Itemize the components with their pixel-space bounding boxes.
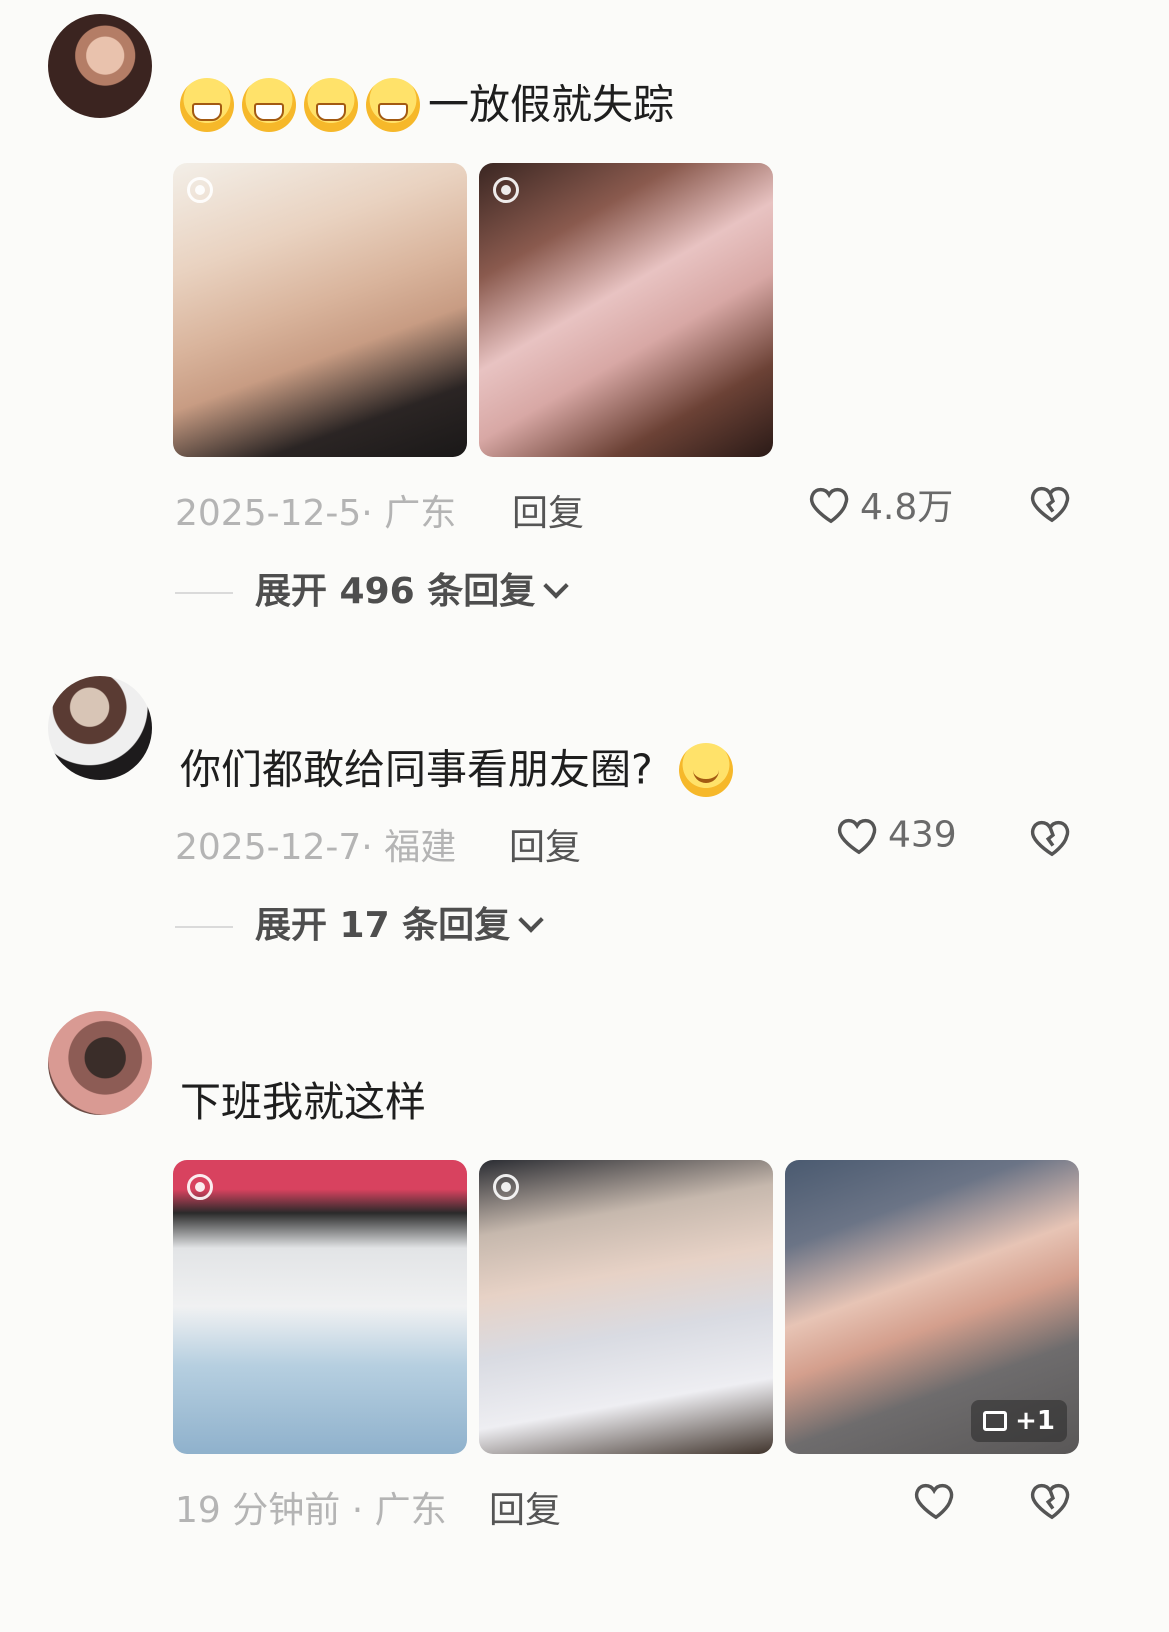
divider [175, 592, 233, 594]
expand-replies-label: 展开 496 条回复 [255, 571, 536, 612]
broken-heart-icon[interactable] [1029, 814, 1075, 860]
smile-emoji-icon [678, 743, 733, 797]
comment-image[interactable]: +1 [785, 1160, 1079, 1454]
live-photo-icon [187, 177, 213, 203]
comment-text-content: 你们都敢给同事看朋友圈? [180, 745, 653, 794]
heart-icon [809, 487, 849, 524]
sweat-smile-emoji-icon [304, 78, 358, 132]
comment-text-content: 下班我就这样 [180, 1078, 426, 1126]
expand-replies-button[interactable]: 展开 17 条回复 [175, 896, 544, 948]
avatar[interactable] [48, 676, 152, 780]
live-photo-icon [493, 1174, 519, 1200]
comment-image[interactable] [479, 1160, 773, 1454]
chevron-down-icon [518, 907, 544, 933]
like-count: 439 [888, 814, 957, 856]
comment-image[interactable] [173, 1160, 467, 1454]
comment-image[interactable] [479, 163, 773, 457]
comment-meta: 19 分钟前 · 广东 [175, 1490, 447, 1531]
chevron-down-icon [543, 573, 569, 599]
comment-image[interactable] [173, 163, 467, 457]
comment-meta: 2025-12-7· 福建 [175, 827, 457, 868]
live-photo-icon [187, 1174, 213, 1200]
image-icon [983, 1411, 1008, 1431]
broken-heart-icon[interactable] [1029, 480, 1075, 526]
divider [175, 926, 233, 928]
heart-icon [837, 818, 877, 855]
comment-text-content: 一放假就失踪 [428, 80, 674, 129]
sweat-smile-emoji-icon [242, 78, 296, 132]
avatar[interactable] [48, 1011, 152, 1115]
avatar[interactable] [48, 14, 152, 118]
comment-text: 下班我就这样 [180, 1082, 426, 1123]
comment-text: 一放假就失踪 [180, 78, 674, 132]
reply-button[interactable]: 回复 [489, 1481, 561, 1533]
expand-replies-button[interactable]: 展开 496 条回复 [175, 562, 569, 614]
sweat-smile-emoji-icon [366, 78, 420, 132]
more-images-count: +1 [1015, 1406, 1055, 1436]
comment-text: 你们都敢给同事看朋友圈? [180, 743, 741, 797]
like-count: 4.8万 [860, 487, 954, 528]
comment-meta: 2025-12-5· 广东 [175, 493, 457, 534]
like-button[interactable]: 4.8万 [808, 478, 953, 530]
reply-button[interactable]: 回复 [509, 818, 581, 870]
sweat-smile-emoji-icon [180, 78, 234, 132]
expand-replies-label: 展开 17 条回复 [255, 905, 511, 946]
reply-button[interactable]: 回复 [512, 484, 584, 536]
broken-heart-icon[interactable] [1029, 1477, 1075, 1523]
image-count-badge: +1 [971, 1400, 1067, 1442]
heart-icon[interactable] [913, 1477, 959, 1523]
like-button[interactable]: 439 [836, 812, 957, 858]
live-photo-icon [493, 177, 519, 203]
